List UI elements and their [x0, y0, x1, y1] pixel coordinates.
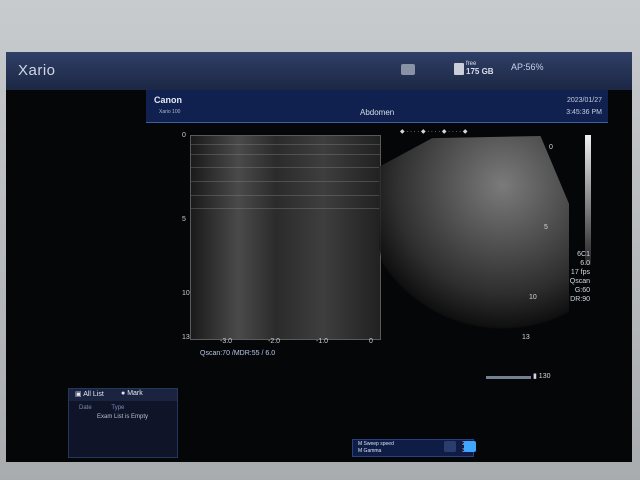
b-mode-image [379, 136, 569, 339]
m-mode-settings: Qscan:70 /MDR:55 / 6.0 [200, 350, 276, 357]
m-mode-image [190, 135, 381, 340]
depth-label-13: 13 [182, 334, 190, 341]
settings-icon[interactable] [444, 441, 456, 452]
depth-label-5-right: 5 [544, 224, 548, 231]
time-label: -3.0 [220, 338, 233, 345]
m-mode-line [191, 144, 380, 145]
depth-label-10: 10 [182, 290, 190, 297]
preset-name: Abdomen [360, 108, 395, 117]
grayscale-bar [585, 135, 591, 265]
exam-list-header: ▣ All List ● Mark [69, 389, 177, 401]
disk-icon [454, 63, 464, 75]
acoustic-power: AP:56% [511, 62, 544, 72]
exam-list-columns: Date Type [79, 405, 125, 411]
datetime: 2023/01/27 3:45:36 PM [566, 97, 602, 116]
app-brand: Xario [18, 62, 56, 79]
gamma-label: M Gamma [358, 448, 382, 454]
scan-dots: ◆ · · · · ◆ · · · · ◆ · · · · ◆ [400, 129, 468, 135]
depth-label-10-right: 10 [529, 294, 537, 301]
patient-header: Canon Xario 100 Abdomen 2023/01/27 3:45:3… [146, 90, 608, 123]
canon-logo: Canon [154, 95, 182, 105]
top-bar: Xario free 175 GB AP:56% [6, 52, 632, 90]
depth-label-13-right: 13 [522, 334, 530, 341]
ultrasound-screen: Xario free 175 GB AP:56% Canon Xario 100 … [6, 52, 632, 462]
scroll-marker: ▮ 130 [533, 373, 551, 380]
tab-mark[interactable]: ● Mark [121, 390, 143, 397]
m-mode-line [191, 167, 380, 168]
time-label: -1.0 [316, 338, 329, 345]
printer-icon [401, 64, 415, 75]
time-label: 0 [369, 338, 373, 345]
empty-state: Exam List is Empty [97, 414, 149, 420]
m-mode-line [191, 154, 380, 155]
time-label: -2.0 [268, 338, 281, 345]
top-scale-label: 0 [549, 144, 553, 151]
tab-all-list[interactable]: ▣ All List [75, 390, 104, 398]
b-mode-parameters: 6C1 6.0 17 fps Qscan G:60 DR:90 [569, 251, 590, 303]
cine-scroll-indicator [486, 376, 531, 379]
m-mode-line [191, 181, 380, 182]
sweep-speed-label: M Sweep speed [358, 441, 394, 447]
exam-list-panel: ▣ All List ● Mark Date Type Exam List is… [68, 388, 178, 458]
storage-free: free 175 GB [466, 61, 494, 76]
view-icon[interactable] [464, 441, 476, 452]
depth-label-5: 5 [182, 216, 186, 223]
model-name: Xario 100 [159, 109, 181, 115]
depth-label-0: 0 [182, 132, 186, 139]
m-mode-line [191, 195, 380, 196]
m-mode-line [191, 208, 380, 209]
